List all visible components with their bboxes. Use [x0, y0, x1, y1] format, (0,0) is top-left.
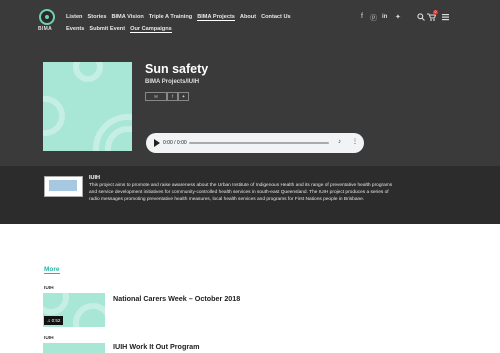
- twitter-icon[interactable]: ✦: [395, 13, 401, 21]
- twitter-share-button[interactable]: ✦: [178, 92, 189, 101]
- org-description: This project aims to promote and raise a…: [89, 183, 393, 202]
- duration-text: 0:52: [51, 318, 61, 323]
- episode-category: IUIH: [44, 336, 54, 341]
- facebook-icon[interactable]: f: [361, 13, 363, 20]
- cart-count-badge: 0: [433, 10, 438, 15]
- nav-stories[interactable]: Stories: [87, 14, 106, 20]
- episode-link[interactable]: IUIH Work It Out Program: [113, 342, 200, 351]
- main-nav: Listen Stories BIMA Vision Triple A Trainin…: [66, 14, 296, 21]
- more-heading[interactable]: More: [44, 266, 60, 274]
- email-share-button[interactable]: ✉: [145, 92, 167, 101]
- volume-icon[interactable]: ♪: [338, 139, 341, 145]
- nav-submit-event[interactable]: Submit Event: [89, 26, 125, 32]
- more-options-icon[interactable]: ⋮: [352, 138, 358, 145]
- bima-logo[interactable]: [39, 9, 55, 25]
- episode-link[interactable]: National Carers Week – October 2018: [113, 294, 240, 303]
- episode-thumbnail[interactable]: [43, 343, 105, 353]
- pinterest-icon[interactable]: ⓟ: [370, 13, 377, 23]
- logo-text: BIMA: [38, 26, 52, 32]
- episode-category: IUIH: [44, 286, 54, 291]
- secondary-nav: Events Submit Event Our Campaigns: [66, 26, 177, 33]
- site-header: BIMA Listen Stories BIMA Vision Triple A Tr…: [0, 0, 500, 40]
- search-icon[interactable]: [417, 13, 425, 21]
- nav-about[interactable]: About: [240, 14, 256, 20]
- share-buttons: ✉ f ✦: [145, 92, 189, 101]
- episode-cover-art: [43, 62, 132, 151]
- iuih-logo: [44, 176, 83, 197]
- nav-bima-vision[interactable]: BIMA Vision: [111, 14, 143, 20]
- facebook-share-button[interactable]: f: [167, 92, 178, 101]
- player-time: 0:00 / 0:00: [163, 140, 187, 146]
- play-icon[interactable]: [154, 139, 160, 147]
- duration-badge: ♫ 0:52: [44, 316, 64, 325]
- nav-triple-a-training[interactable]: Triple A Training: [149, 14, 192, 20]
- nav-contact-us[interactable]: Contact Us: [261, 14, 291, 20]
- episode-category-link[interactable]: BIMA Projects/IUIH: [145, 79, 199, 85]
- audio-player: 0:00 / 0:00 ♪ ⋮: [146, 133, 364, 153]
- org-name: IUIH: [89, 175, 100, 181]
- episode-thumbnail[interactable]: ♫ 0:52: [43, 293, 105, 327]
- episode-title: Sun safety: [145, 62, 209, 76]
- nav-our-campaigns[interactable]: Our Campaigns: [130, 26, 172, 33]
- linkedin-icon[interactable]: in: [382, 14, 387, 20]
- nav-listen[interactable]: Listen: [66, 14, 82, 20]
- nav-events[interactable]: Events: [66, 26, 84, 32]
- menu-icon[interactable]: [441, 13, 451, 21]
- nav-bima-projects[interactable]: BIMA Projects: [197, 14, 235, 21]
- player-progress-track[interactable]: [189, 142, 329, 144]
